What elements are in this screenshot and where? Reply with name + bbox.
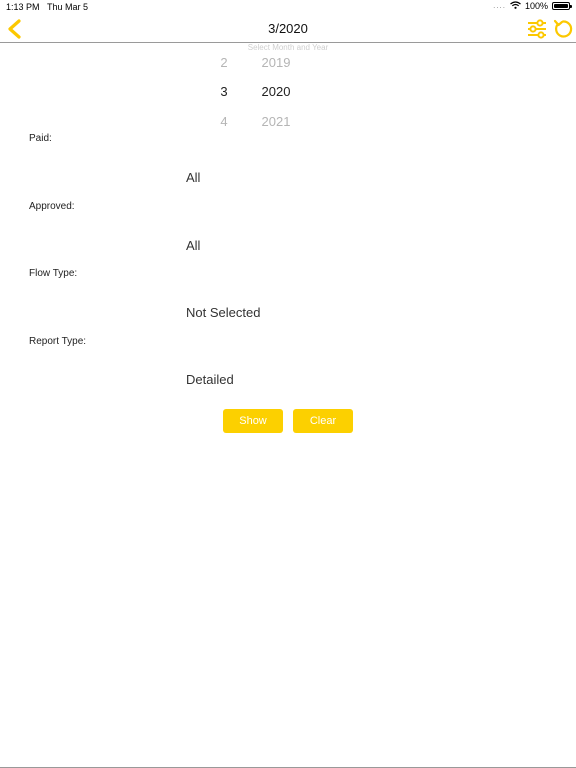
flow-type-label: Flow Type: xyxy=(29,268,78,279)
status-time: 1:13 PM xyxy=(6,2,40,12)
picker-month-option[interactable]: 4 xyxy=(212,114,236,129)
report-type-label: Report Type: xyxy=(29,336,87,347)
picker-caption: Select Month and Year xyxy=(247,43,329,52)
refresh-icon xyxy=(553,19,573,38)
approved-select[interactable]: All xyxy=(186,238,200,253)
approved-label: Approved: xyxy=(29,201,75,212)
status-date: Thu Mar 5 xyxy=(47,2,89,12)
page-title: 3/2020 xyxy=(268,21,308,36)
sliders-icon xyxy=(528,19,546,39)
refresh-button[interactable] xyxy=(552,18,574,40)
signal-dots: .... xyxy=(493,1,506,10)
status-bar: 1:13 PM Thu Mar 5 .... 100% xyxy=(0,0,576,16)
flow-type-select[interactable]: Not Selected xyxy=(186,305,260,320)
navigation-bar: 3/2020 xyxy=(0,16,576,43)
picker-year-option[interactable]: 2019 xyxy=(252,55,300,70)
wifi-icon xyxy=(510,1,521,11)
filter-button[interactable] xyxy=(526,18,548,40)
report-type-select[interactable]: Detailed xyxy=(186,372,234,387)
battery-percent: 100% xyxy=(524,1,548,11)
picker-month-selected[interactable]: 3 xyxy=(212,84,236,99)
status-indicators: .... 100% xyxy=(493,1,572,11)
picker-year-option[interactable]: 2021 xyxy=(252,114,300,129)
paid-select[interactable]: All xyxy=(186,170,200,185)
paid-label: Paid: xyxy=(29,133,52,144)
battery-icon xyxy=(552,2,572,10)
report-filter-screen: 1:13 PM Thu Mar 5 .... 100% 3/2020 Selec… xyxy=(0,0,576,768)
clear-button[interactable]: Clear xyxy=(293,409,353,433)
picker-month-option[interactable]: 2 xyxy=(212,55,236,70)
picker-year-selected[interactable]: 2020 xyxy=(252,84,300,99)
show-button[interactable]: Show xyxy=(223,409,283,433)
